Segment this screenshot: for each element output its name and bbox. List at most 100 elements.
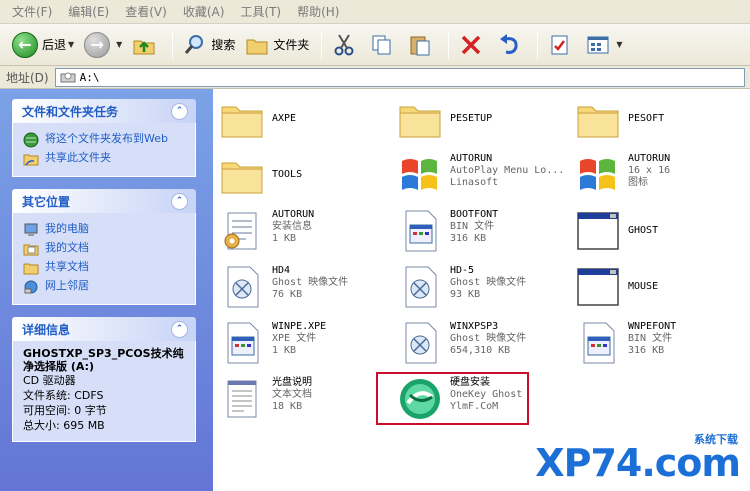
search-button[interactable]: 搜索 [179,29,239,61]
properties-button[interactable] [544,29,580,61]
file-name: AUTORUN [628,153,671,164]
toolbar: ← 后退 ▼ → ▼ 搜索 文件夹 ▼ [0,24,750,66]
windows-logo-icon [396,151,444,199]
back-arrow-icon: ← [12,31,38,58]
other-places-title: 其它位置 [22,194,71,209]
file-item[interactable]: PESOFT [574,95,744,145]
file-item[interactable]: WINPE.XPE XPE 文件 1 KB [218,319,388,369]
file-item[interactable]: PESETUP [396,95,566,145]
other-places-body: 我的电脑 我的文档 共享文档 网上邻居 [12,213,196,305]
copy-icon [372,35,391,54]
file-item[interactable]: TOOLS [218,151,388,201]
file-meta: HD-5 Ghost 映像文件 93 KB [450,263,526,301]
file-item[interactable]: BOOTFONT BIN 文件 316 KB [396,207,566,257]
file-type: 文本文档 [272,389,312,400]
toolbar-separator [172,30,174,59]
place-network[interactable]: 网上邻居 [23,279,185,295]
application-window-icon [574,207,622,255]
file-item[interactable]: AUTORUN 安装信息 1 KB [218,207,388,257]
menu-edit[interactable]: 编辑(E) [60,3,117,20]
notepad-gear-icon [218,207,266,255]
file-meta: PESETUP [450,95,492,143]
address-bar: 地址(D) A:\ [0,66,750,89]
file-name: WINXPSP3 [450,321,499,332]
file-type: AutoPlay Menu Lo... [450,165,565,176]
menu-file[interactable]: 文件(F) [4,3,60,20]
file-tasks-title: 文件和文件夹任务 [22,104,119,119]
menu-view[interactable]: 查看(V) [117,3,175,20]
file-item[interactable]: 硬盘安装 OneKey Ghost YlmF.CoM [396,375,566,425]
file-type: BIN 文件 [450,221,495,232]
file-meta: AUTORUN 16 x 16 图标 [628,151,670,189]
file-meta: WINPE.XPE XPE 文件 1 KB [272,319,326,357]
generic-file-icon [574,319,622,367]
views-button[interactable]: ▼ [582,29,626,61]
computer-icon [24,223,38,236]
collapse-chevron-icon[interactable]: ⌃ [171,192,188,210]
place-my-computer[interactable]: 我的电脑 [23,222,185,238]
file-info: 654,310 KB [450,345,511,356]
file-info: 1 KB [272,345,297,356]
forward-button[interactable]: → ▼ [80,29,126,61]
paste-button[interactable] [404,29,440,61]
file-tasks-header[interactable]: 文件和文件夹任务 ⌃ [12,99,196,123]
file-item[interactable]: AUTORUN 16 x 16 图标 [574,151,744,201]
file-meta: AUTORUN 安装信息 1 KB [272,207,314,245]
file-item[interactable]: GHOST [574,207,744,257]
ghost-image-icon [396,263,444,311]
ghost-image-icon [396,319,444,367]
file-type: Ghost 映像文件 [450,277,527,288]
menu-help[interactable]: 帮助(H) [289,3,347,20]
folder-icon [396,95,444,143]
menu-tools[interactable]: 工具(T) [232,3,289,20]
collapse-chevron-icon[interactable]: ⌃ [171,102,188,120]
file-item[interactable]: WNPEFONT BIN 文件 316 KB [574,319,744,369]
file-meta: BOOTFONT BIN 文件 316 KB [450,207,498,245]
file-name: AUTORUN [450,153,493,164]
folder-icon [574,95,622,143]
folder-up-icon [133,40,155,54]
undo-button[interactable] [493,29,529,61]
scissors-icon [334,33,354,55]
place-my-documents[interactable]: 我的文档 [23,241,185,257]
file-item[interactable]: MOUSE [574,263,744,313]
task-label: 将这个文件夹发布到Web [45,132,168,145]
copy-button[interactable] [366,29,402,61]
task-share-folder[interactable]: 共享此文件夹 [23,151,185,167]
views-dropdown-icon[interactable]: ▼ [616,40,622,49]
back-dropdown-icon[interactable]: ▼ [68,40,74,49]
shared-folder-icon [23,263,39,275]
file-type: BIN 文件 [628,333,673,344]
forward-dropdown-icon[interactable]: ▼ [116,40,122,49]
folders-icon [246,39,268,54]
file-tasks-body: 将这个文件夹发布到Web 共享此文件夹 [12,123,196,177]
file-item[interactable]: WINXPSP3 Ghost 映像文件 654,310 KB [396,319,566,369]
properties-icon [551,35,568,54]
file-item[interactable]: AXPE [218,95,388,145]
file-name: TOOLS [272,169,303,180]
file-item[interactable]: AUTORUN AutoPlay Menu Lo... Linasoft [396,151,566,201]
cut-button[interactable] [328,29,364,61]
details-header[interactable]: 详细信息 ⌃ [12,317,196,341]
place-label: 网上邻居 [45,279,89,292]
drive-filesystem: 文件系统: CDFS [23,389,104,402]
back-button[interactable]: ← 后退 ▼ [8,29,78,61]
menu-favorites[interactable]: 收藏(A) [175,3,233,20]
file-name: MOUSE [628,281,659,292]
file-info: YlmF.CoM [450,401,499,412]
task-publish-web[interactable]: 将这个文件夹发布到Web [23,132,185,148]
up-button[interactable] [128,29,164,61]
undo-icon [500,33,518,54]
file-item[interactable]: 光盘说明 文本文档 18 KB [218,375,388,425]
place-shared-documents[interactable]: 共享文档 [23,260,185,276]
delete-button[interactable] [455,29,491,61]
address-field[interactable]: A:\ [54,67,745,87]
forward-arrow-icon: → [84,31,111,58]
file-meta: GHOST [628,207,658,255]
collapse-chevron-icon[interactable]: ⌃ [171,320,188,338]
other-places-header[interactable]: 其它位置 ⌃ [12,189,196,213]
file-item[interactable]: HD-5 Ghost 映像文件 93 KB [396,263,566,313]
file-item[interactable]: HD4 Ghost 映像文件 76 KB [218,263,388,313]
folders-button[interactable]: 文件夹 [241,29,313,61]
cd-drive-icon [60,72,76,83]
